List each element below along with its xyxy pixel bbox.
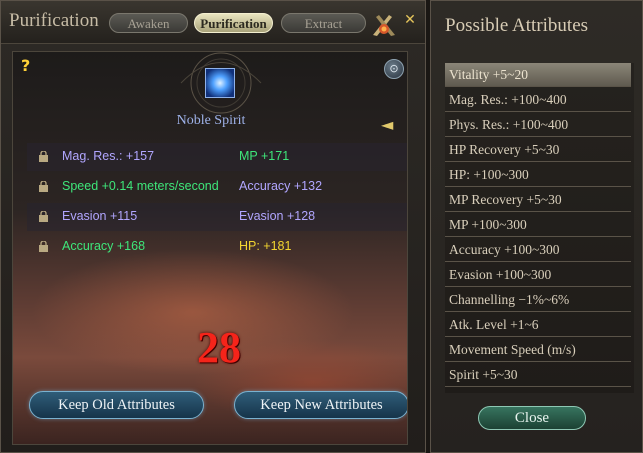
possible-attributes-title: Possible Attributes bbox=[445, 15, 589, 36]
padlock-icon[interactable] bbox=[39, 211, 48, 222]
close-button[interactable]: Close bbox=[478, 406, 586, 430]
list-item[interactable]: Channelling −1%~6% bbox=[445, 288, 631, 312]
purification-panel: ? ⊙ Noble Spirit ◄ Mag. Res.: +157 MP +1… bbox=[12, 51, 408, 445]
possible-attributes-window: Possible Attributes Vitality +5~20 Mag. … bbox=[430, 0, 643, 453]
tab-purification[interactable]: Purification bbox=[194, 13, 273, 33]
list-item[interactable]: Atk. Level +1~6 bbox=[445, 313, 631, 337]
list-item[interactable]: MP Recovery +5~30 bbox=[445, 188, 631, 212]
keep-new-attributes-button[interactable]: Keep New Attributes bbox=[234, 391, 407, 419]
list-item[interactable]: HP Recovery +5~30 bbox=[445, 138, 631, 162]
attribute-row: Evasion +115 Evasion +128 bbox=[27, 203, 407, 231]
new-attribute: Accuracy +132 bbox=[239, 179, 323, 193]
padlock-toggle-icon[interactable]: ⊙ bbox=[384, 59, 404, 79]
purification-window: Purification Awaken Purification Extract… bbox=[0, 0, 426, 453]
crossed-swords-icon bbox=[373, 15, 395, 36]
arrow-left-icon[interactable]: ◄ bbox=[381, 115, 393, 134]
help-icon[interactable]: ? bbox=[21, 56, 30, 75]
list-item[interactable]: Spirit +5~30 bbox=[445, 363, 631, 387]
keep-old-attributes-button[interactable]: Keep Old Attributes bbox=[29, 391, 204, 419]
tab-extract[interactable]: Extract bbox=[281, 13, 366, 33]
old-attribute: Accuracy +168 bbox=[62, 239, 146, 253]
padlock-icon[interactable] bbox=[39, 241, 48, 252]
list-item[interactable]: Vitality +5~20 bbox=[445, 63, 631, 87]
padlock-icon[interactable] bbox=[39, 181, 48, 192]
window-title: Purification bbox=[9, 10, 99, 31]
list-item[interactable]: Mag. Res.: +100~400 bbox=[445, 88, 631, 112]
list-item[interactable]: Evasion +100~300 bbox=[445, 263, 631, 287]
remaining-count: 28 bbox=[197, 323, 241, 372]
list-item[interactable]: Movement Speed (m/s) bbox=[445, 338, 631, 362]
new-attribute: Evasion +128 bbox=[239, 209, 316, 223]
old-attribute: Speed +0.14 meters/second bbox=[62, 179, 219, 193]
attribute-row: Speed +0.14 meters/second Accuracy +132 bbox=[27, 173, 407, 201]
new-attribute: MP +171 bbox=[239, 149, 290, 163]
possible-attributes-list[interactable]: Vitality +5~20 Mag. Res.: +100~400 Phys.… bbox=[445, 63, 634, 393]
old-attribute: Mag. Res.: +157 bbox=[62, 149, 155, 163]
list-item[interactable]: HP: +100~300 bbox=[445, 163, 631, 187]
list-item[interactable]: Phys. Res.: +100~400 bbox=[445, 113, 631, 137]
tab-awaken[interactable]: Awaken bbox=[109, 13, 188, 33]
old-attribute: Evasion +115 bbox=[62, 209, 138, 223]
list-item[interactable]: MP +100~300 bbox=[445, 213, 631, 237]
blue-spirit-icon[interactable] bbox=[205, 68, 235, 98]
item-name: Noble Spirit bbox=[176, 113, 246, 128]
new-attribute: HP: +181 bbox=[239, 239, 292, 253]
list-item[interactable]: Accuracy +100~300 bbox=[445, 238, 631, 262]
close-icon[interactable]: ✕ bbox=[403, 13, 417, 27]
padlock-icon[interactable] bbox=[39, 151, 48, 162]
attribute-row: Mag. Res.: +157 MP +171 bbox=[27, 143, 407, 171]
window-titlebar[interactable]: Purification Awaken Purification Extract… bbox=[1, 1, 425, 44]
attribute-row: Accuracy +168 HP: +181 bbox=[27, 233, 407, 261]
